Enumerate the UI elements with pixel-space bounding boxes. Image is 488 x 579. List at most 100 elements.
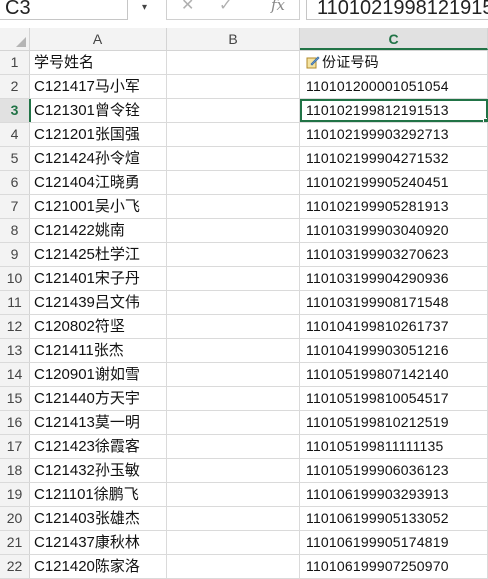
cell-a[interactable]: C121423徐霞客 [29,435,167,458]
cell-c[interactable]: 110101200001051054 [300,75,488,98]
cell-b[interactable] [167,387,300,410]
cell-a[interactable]: C121404江晓勇 [29,171,167,194]
cell-b[interactable] [167,147,300,170]
cancel-icon[interactable]: ✕ [181,0,194,15]
row-header[interactable]: 14 [0,363,30,386]
row-header[interactable]: 13 [0,339,30,362]
cell-a[interactable]: C121301曾令铨 [29,99,167,122]
cell-c[interactable]: 110106199907250970 [300,555,488,578]
cell-a[interactable]: 学号姓名 [29,51,167,74]
row-header[interactable]: 22 [0,555,30,578]
cell-c[interactable]: 110105199810054517 [300,387,488,410]
name-box[interactable]: C3 [0,0,128,20]
cell-a[interactable]: C121439吕文伟 [29,291,167,314]
paste-options-icon[interactable] [306,53,320,69]
cell-c[interactable]: 110102199904271532 [300,147,488,170]
row-header[interactable]: 1 [0,51,30,74]
cell-a[interactable]: C121001吴小飞 [29,195,167,218]
cell-a[interactable]: C120901谢如雪 [29,363,167,386]
row-header[interactable]: 19 [0,483,30,506]
cell-b[interactable] [167,267,300,290]
row-header[interactable]: 12 [0,315,30,338]
cell-a[interactable]: C121201张国强 [29,123,167,146]
row-header[interactable]: 6 [0,171,30,194]
cell-b[interactable] [167,315,300,338]
cell-b[interactable] [167,459,300,482]
cell-c[interactable]: 110105199807142140 [300,363,488,386]
cell-b[interactable] [167,507,300,530]
cell-a[interactable]: C121437康秋林 [29,531,167,554]
cell-c[interactable]: 110106199905174819 [300,531,488,554]
cell-a[interactable]: C121424孙令煊 [29,147,167,170]
cell-a[interactable]: C121420陈家洛 [29,555,167,578]
cell-b[interactable] [167,339,300,362]
cell-a[interactable]: C121411张杰 [29,339,167,362]
cell-b[interactable] [167,555,300,578]
cell-c[interactable]: 110105199810212519 [300,411,488,434]
row-header[interactable]: 2 [0,75,30,98]
enter-icon[interactable]: ✓ [219,0,232,15]
cell-c[interactable]: 份证号码 [300,51,488,74]
row-header[interactable]: 21 [0,531,30,554]
fill-handle[interactable] [483,118,487,122]
cell-b[interactable] [167,411,300,434]
row-header[interactable]: 5 [0,147,30,170]
cell-a[interactable]: C121440方天宇 [29,387,167,410]
cell-c[interactable]: 110102199903292713 [300,123,488,146]
column-header-a[interactable]: A [29,28,167,50]
row-header[interactable]: 18 [0,459,30,482]
cell-b[interactable] [167,75,300,98]
cell-c[interactable]: 110104199903051216 [300,339,488,362]
cell-c[interactable]: 110106199903293913 [300,483,488,506]
cell-c[interactable]: 110104199810261737 [300,315,488,338]
cell-c[interactable]: 110103199903270623 [300,243,488,266]
cell-b[interactable] [167,171,300,194]
cell-b[interactable] [167,219,300,242]
cell-b[interactable] [167,51,300,74]
row-header[interactable]: 3 [0,99,31,122]
cell-a[interactable]: C121432孙玉敏 [29,459,167,482]
cell-b[interactable] [167,435,300,458]
selected-cell[interactable]: 110102199812191513 [300,99,488,122]
row-header[interactable]: 20 [0,507,30,530]
formula-input[interactable]: 110102199812191513 [306,0,488,20]
row-header[interactable]: 16 [0,411,30,434]
column-header-b[interactable]: B [167,28,300,50]
column-header-c[interactable]: C [300,28,488,50]
cell-b[interactable] [167,291,300,314]
name-box-dropdown-icon[interactable]: ▾ [142,2,147,13]
cell-c[interactable]: 110106199905133052 [300,507,488,530]
select-all-button[interactable] [0,28,30,50]
cell-b[interactable] [167,363,300,386]
cell-b[interactable] [167,483,300,506]
cell-a[interactable]: C121422姚南 [29,219,167,242]
cell-c[interactable]: 110103199904290936 [300,267,488,290]
row-header[interactable]: 17 [0,435,30,458]
row-header[interactable]: 10 [0,267,30,290]
cell-b[interactable] [167,531,300,554]
row-header[interactable]: 7 [0,195,30,218]
cell-b[interactable] [167,99,300,122]
cell-a[interactable]: C120802符坚 [29,315,167,338]
cell-c[interactable]: 110105199811111135 [300,435,488,458]
cell-c[interactable]: 110105199906036123 [300,459,488,482]
row-header[interactable]: 4 [0,123,30,146]
row-header[interactable]: 8 [0,219,30,242]
cell-b[interactable] [167,243,300,266]
row-header[interactable]: 9 [0,243,30,266]
cell-b[interactable] [167,195,300,218]
row-header[interactable]: 11 [0,291,30,314]
cell-c[interactable]: 110102199905240451 [300,171,488,194]
cell-a[interactable]: C121403张雄杰 [29,507,167,530]
cell-a[interactable]: C121413莫一明 [29,411,167,434]
cell-c[interactable]: 110102199905281913 [300,195,488,218]
cell-c[interactable]: 110103199903040920 [300,219,488,242]
insert-function-button[interactable]: fx [271,0,285,14]
cell-a[interactable]: C121401宋子丹 [29,267,167,290]
cell-a[interactable]: C121425杜学江 [29,243,167,266]
cell-a[interactable]: C121417马小军 [29,75,167,98]
cell-a[interactable]: C121101徐鹏飞 [29,483,167,506]
row-header[interactable]: 15 [0,387,30,410]
cell-c[interactable]: 110103199908171548 [300,291,488,314]
cell-b[interactable] [167,123,300,146]
